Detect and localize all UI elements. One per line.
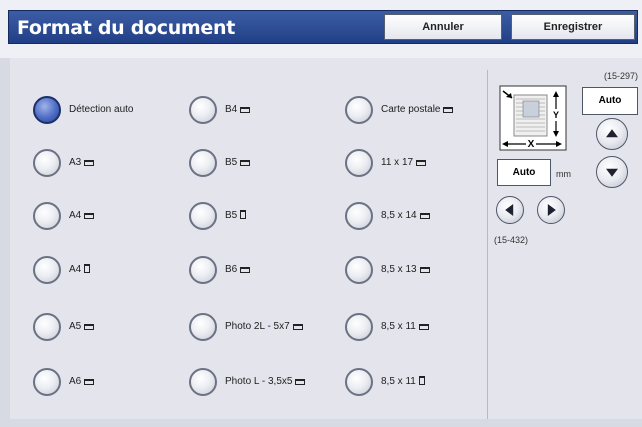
option-label: Photo 2L - 5x7 bbox=[225, 321, 290, 332]
landscape-icon bbox=[418, 324, 429, 330]
option-label: A3 bbox=[69, 157, 82, 168]
option-8-5x13-landscape[interactable]: 8,5 x 13 bbox=[345, 256, 485, 290]
radio-button[interactable] bbox=[189, 313, 217, 341]
radio-button-selected[interactable] bbox=[33, 96, 61, 124]
option-photo-2l-landscape[interactable]: Photo 2L - 5x7 bbox=[189, 313, 339, 347]
x-size-input[interactable]: Auto bbox=[497, 159, 551, 186]
x-decrease-button[interactable] bbox=[496, 196, 524, 224]
option-label: A4 bbox=[69, 210, 82, 221]
landscape-icon bbox=[84, 379, 95, 385]
option-label: Détection auto bbox=[69, 104, 134, 115]
option-11x17-landscape[interactable]: 11 x 17 bbox=[345, 149, 485, 183]
option-a3-landscape[interactable]: A3 bbox=[33, 149, 173, 183]
landscape-icon bbox=[416, 160, 427, 166]
option-label: 8,5 x 14 bbox=[381, 210, 417, 221]
y-increase-button[interactable] bbox=[596, 118, 628, 150]
option-8-5x11-portrait[interactable]: 8,5 x 11 bbox=[345, 368, 485, 402]
cancel-button[interactable]: Annuler bbox=[384, 14, 502, 40]
radio-button[interactable] bbox=[189, 96, 217, 124]
option-label: Carte postale bbox=[381, 104, 441, 115]
y-decrease-button[interactable] bbox=[596, 156, 628, 188]
option-label: A6 bbox=[69, 376, 82, 387]
radio-button[interactable] bbox=[189, 202, 217, 230]
option-carte-postale-landscape[interactable]: Carte postale bbox=[345, 96, 485, 130]
radio-button[interactable] bbox=[345, 96, 373, 124]
option-label: B5 bbox=[225, 210, 238, 221]
page-title: Format du document bbox=[17, 17, 236, 39]
radio-button[interactable] bbox=[345, 256, 373, 284]
x-range-label: (15-432) bbox=[494, 235, 529, 245]
option-a4-landscape[interactable]: A4 bbox=[33, 202, 173, 236]
landscape-icon bbox=[419, 267, 430, 273]
title-bar: Format du document Annuler Enregistrer bbox=[8, 10, 638, 44]
radio-button[interactable] bbox=[345, 202, 373, 230]
portrait-icon bbox=[418, 376, 425, 385]
landscape-icon bbox=[84, 160, 95, 166]
y-size-input[interactable]: Auto bbox=[582, 87, 638, 115]
diagram-y-label: Y bbox=[553, 110, 559, 120]
landscape-icon bbox=[419, 213, 430, 219]
arrow-down-icon bbox=[606, 168, 618, 177]
x-unit-label: mm bbox=[556, 169, 571, 179]
option-label: 8,5 x 11 bbox=[381, 321, 416, 332]
radio-button[interactable] bbox=[189, 368, 217, 396]
landscape-icon bbox=[84, 213, 95, 219]
radio-button[interactable] bbox=[33, 313, 61, 341]
option-b6-landscape[interactable]: B6 bbox=[189, 256, 339, 290]
landscape-icon bbox=[295, 379, 306, 385]
radio-button[interactable] bbox=[33, 149, 61, 177]
option-a4-portrait[interactable]: A4 bbox=[33, 256, 173, 290]
landscape-icon bbox=[240, 107, 251, 113]
option-label: B4 bbox=[225, 104, 238, 115]
custom-size-diagram-icon: X Y bbox=[499, 85, 567, 151]
option-b4-landscape[interactable]: B4 bbox=[189, 96, 339, 130]
panel-divider bbox=[487, 70, 488, 419]
radio-button[interactable] bbox=[33, 368, 61, 396]
landscape-icon bbox=[292, 324, 303, 330]
radio-button[interactable] bbox=[345, 313, 373, 341]
arrow-right-icon bbox=[547, 204, 556, 216]
option-label: A4 bbox=[69, 264, 82, 275]
option-photo-l-landscape[interactable]: Photo L - 3,5x5 bbox=[189, 368, 339, 402]
portrait-icon bbox=[84, 264, 91, 273]
option-8-5x11-landscape[interactable]: 8,5 x 11 bbox=[345, 313, 485, 347]
option-a5-landscape[interactable]: A5 bbox=[33, 313, 173, 347]
option-label: 8,5 x 13 bbox=[381, 264, 417, 275]
radio-button[interactable] bbox=[33, 202, 61, 230]
y-range-label: (15-297) bbox=[604, 71, 639, 81]
landscape-icon bbox=[443, 107, 454, 113]
option-label: Photo L - 3,5x5 bbox=[225, 376, 293, 387]
radio-button[interactable] bbox=[345, 368, 373, 396]
option-b5-landscape[interactable]: B5 bbox=[189, 149, 339, 183]
option-label: 8,5 x 11 bbox=[381, 376, 416, 387]
arrow-left-icon bbox=[505, 204, 514, 216]
option-8-5x14-landscape[interactable]: 8,5 x 14 bbox=[345, 202, 485, 236]
radio-button[interactable] bbox=[33, 256, 61, 284]
radio-button[interactable] bbox=[345, 149, 373, 177]
x-increase-button[interactable] bbox=[537, 196, 565, 224]
portrait-icon bbox=[240, 210, 247, 219]
option-a6-landscape[interactable]: A6 bbox=[33, 368, 173, 402]
landscape-icon bbox=[84, 324, 95, 330]
landscape-icon bbox=[240, 160, 251, 166]
arrow-up-icon bbox=[606, 129, 618, 138]
diagram-x-label: X bbox=[528, 139, 535, 150]
radio-button[interactable] bbox=[189, 256, 217, 284]
save-button[interactable]: Enregistrer bbox=[511, 14, 635, 40]
landscape-icon bbox=[240, 267, 251, 273]
option-label: B6 bbox=[225, 264, 238, 275]
option-label: A5 bbox=[69, 321, 82, 332]
option-label: B5 bbox=[225, 157, 238, 168]
option-b5-portrait[interactable]: B5 bbox=[189, 202, 339, 236]
radio-button[interactable] bbox=[189, 149, 217, 177]
option-label: 11 x 17 bbox=[381, 157, 414, 168]
option-detection-auto[interactable]: Détection auto bbox=[33, 96, 173, 130]
